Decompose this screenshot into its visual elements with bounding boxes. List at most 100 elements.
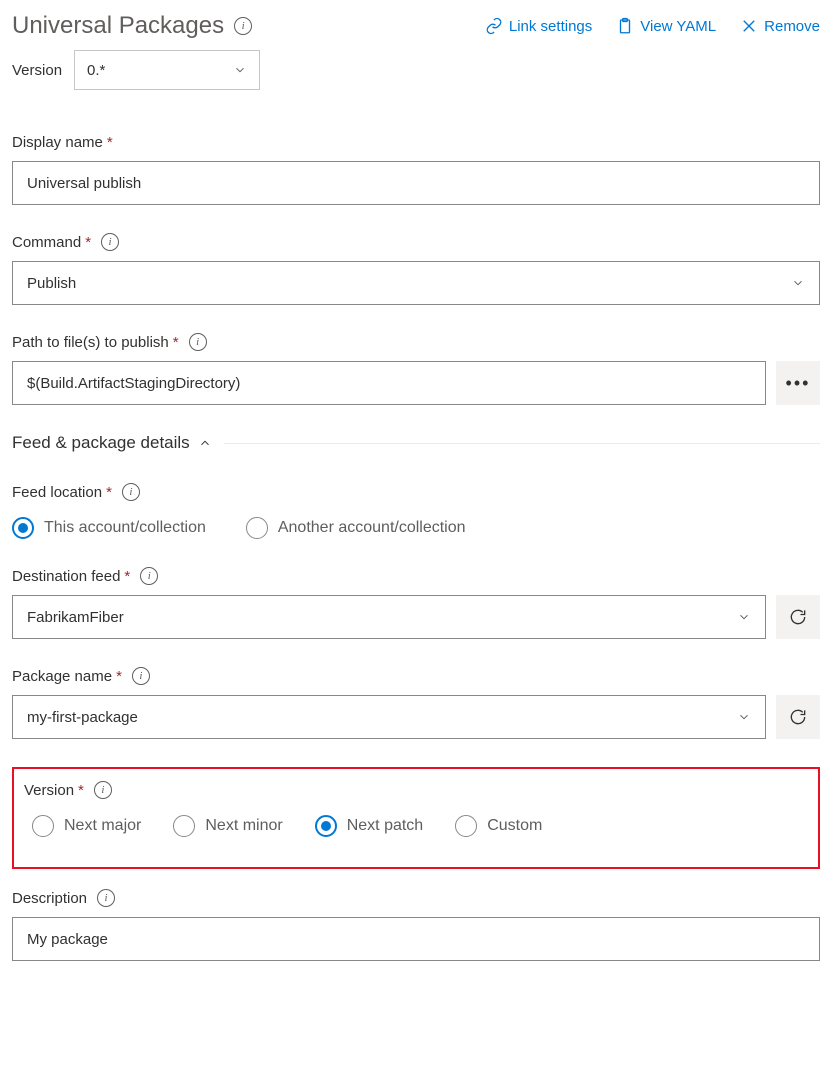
section-feed-details[interactable]: Feed & package details [12,433,820,455]
feed-location-radios: This account/collection Another account/… [12,511,820,539]
page-title: Universal Packages [12,12,224,40]
version-label: Version [24,782,74,799]
radio-next-minor[interactable]: Next minor [173,815,282,837]
destination-feed-label-row: Destination feed* i [12,567,820,585]
package-name-select[interactable]: my-first-package [12,695,766,739]
section-title: Feed & package details [12,433,190,453]
radio-label: Next minor [205,817,282,835]
info-icon[interactable]: i [132,667,150,685]
feed-location-label-row: Feed location* i [12,483,820,501]
version-picker-value: 0.* [87,62,105,79]
radio-next-patch[interactable]: Next patch [315,815,423,837]
browse-button[interactable]: ••• [776,361,820,405]
radio-this-account[interactable]: This account/collection [12,517,206,539]
info-icon[interactable]: i [234,17,252,35]
info-icon[interactable]: i [140,567,158,585]
required-asterisk: * [106,484,112,501]
radio-another-account[interactable]: Another account/collection [246,517,466,539]
display-name-input[interactable] [12,161,820,205]
link-settings-button[interactable]: Link settings [485,17,592,35]
radio-label: Another account/collection [278,519,466,537]
command-value: Publish [27,275,76,292]
command-field: Command* i Publish [12,233,820,305]
info-icon[interactable]: i [122,483,140,501]
destination-feed-field: Destination feed* i FabrikamFiber [12,567,820,639]
path-field: Path to file(s) to publish* i ••• [12,333,820,405]
refresh-button[interactable] [776,595,820,639]
feed-location-field: Feed location* i This account/collection… [12,483,820,539]
radio-icon [12,517,34,539]
path-label-row: Path to file(s) to publish* i [12,333,820,351]
destination-feed-label: Destination feed [12,568,120,585]
view-yaml-button[interactable]: View YAML [616,17,716,35]
chevron-down-icon [737,610,751,624]
radio-icon [315,815,337,837]
required-asterisk: * [85,234,91,251]
destination-feed-row: FabrikamFiber [12,595,820,639]
package-name-label: Package name [12,668,112,685]
refresh-icon [788,607,808,627]
description-label: Description [12,890,87,907]
refresh-icon [788,707,808,727]
description-label-row: Description i [12,889,820,907]
path-label: Path to file(s) to publish [12,334,169,351]
radio-label: Next major [64,817,141,835]
required-asterisk: * [78,782,84,799]
version-label-row: Version* i [24,781,808,799]
link-icon [485,17,503,35]
info-icon[interactable]: i [97,889,115,907]
radio-icon [173,815,195,837]
required-asterisk: * [124,568,130,585]
package-name-field: Package name* i my-first-package [12,667,820,739]
version-picker-select[interactable]: 0.* [74,50,260,90]
radio-label: Next patch [347,817,423,835]
command-label-row: Command* i [12,233,820,251]
version-highlight-box: Version* i Next major Next minor Next pa… [12,767,820,869]
path-input[interactable] [12,361,766,405]
remove-label: Remove [764,18,820,35]
package-name-value: my-first-package [27,709,138,726]
refresh-button[interactable] [776,695,820,739]
path-input-row: ••• [12,361,820,405]
link-settings-label: Link settings [509,18,592,35]
description-input[interactable] [12,917,820,961]
description-field: Description i [12,889,820,961]
package-name-row: my-first-package [12,695,820,739]
required-asterisk: * [173,334,179,351]
chevron-up-icon [198,436,212,450]
required-asterisk: * [116,668,122,685]
version-picker-row: Version 0.* [12,50,820,90]
version-picker-label: Version [12,62,62,79]
chevron-down-icon [791,276,805,290]
info-icon[interactable]: i [189,333,207,351]
view-yaml-label: View YAML [640,18,716,35]
ellipsis-icon: ••• [786,373,811,394]
info-icon[interactable]: i [94,781,112,799]
radio-custom[interactable]: Custom [455,815,542,837]
radio-label: This account/collection [44,519,206,537]
version-field: Version* i Next major Next minor Next pa… [24,781,808,837]
feed-location-label: Feed location [12,484,102,501]
display-name-field: Display name* [12,134,820,205]
chevron-down-icon [233,63,247,77]
remove-button[interactable]: Remove [740,17,820,35]
header-actions: Link settings View YAML Remove [485,17,820,35]
radio-icon [455,815,477,837]
destination-feed-select[interactable]: FabrikamFiber [12,595,766,639]
version-radios: Next major Next minor Next patch Custom [24,809,808,837]
section-divider [224,443,820,444]
display-name-label-row: Display name* [12,134,820,151]
info-icon[interactable]: i [101,233,119,251]
chevron-down-icon [737,710,751,724]
radio-icon [246,517,268,539]
radio-next-major[interactable]: Next major [32,815,141,837]
command-select[interactable]: Publish [12,261,820,305]
radio-label: Custom [487,817,542,835]
command-label: Command [12,234,81,251]
destination-feed-value: FabrikamFiber [27,609,124,626]
radio-icon [32,815,54,837]
clipboard-icon [616,17,634,35]
package-name-label-row: Package name* i [12,667,820,685]
required-asterisk: * [107,134,113,151]
page-header: Universal Packages i Link settings View … [12,12,820,40]
